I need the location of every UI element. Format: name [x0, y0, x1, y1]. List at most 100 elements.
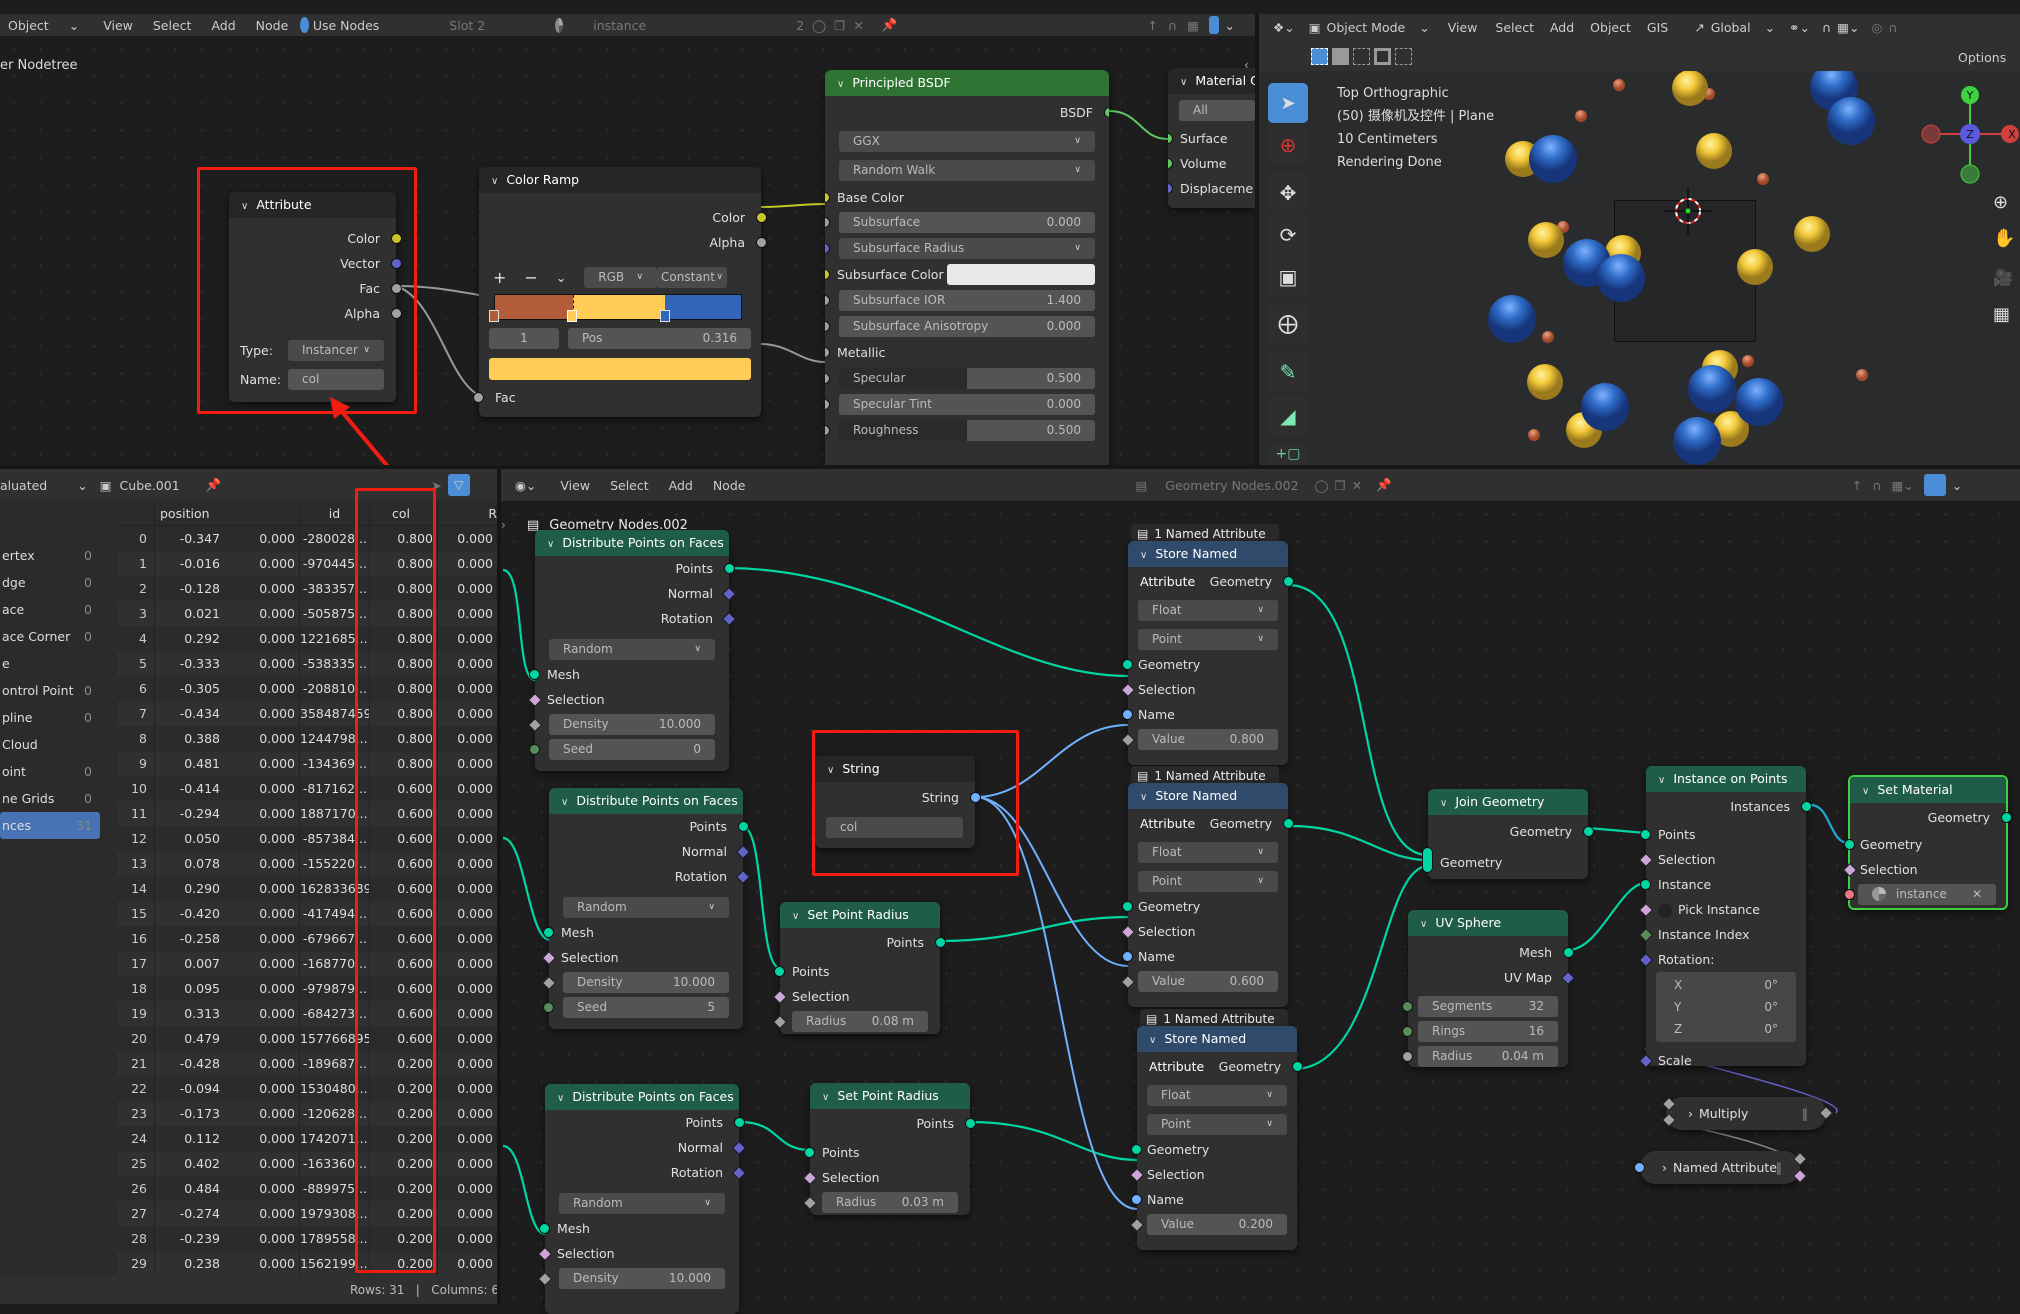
rings-field[interactable]: Rings 16: [1418, 1021, 1558, 1042]
store-header[interactable]: Store Named Attribute: [1128, 783, 1288, 831]
distribute-header[interactable]: Distribute Points on Faces: [535, 530, 729, 556]
socket-material[interactable]: [1844, 889, 1855, 900]
socket-points[interactable]: [724, 563, 735, 574]
set-material-node[interactable]: Set Material Geometry Geometry Selection…: [1842, 775, 2012, 910]
density-field[interactable]: Density 10.000: [559, 1268, 725, 1289]
distribute-points-node-3[interactable]: Distribute Points on Faces Points Normal…: [537, 1084, 747, 1314]
distribute-header[interactable]: Distribute Points on Faces: [545, 1084, 739, 1110]
mode-row: Random: [535, 637, 729, 662]
radius-field[interactable]: Radius 0.03 m: [822, 1192, 958, 1213]
socket-points-out[interactable]: [965, 1118, 976, 1129]
socket-mesh[interactable]: [529, 669, 540, 680]
value-field[interactable]: Value 0.600: [1138, 971, 1278, 992]
distribute-mode-dropdown[interactable]: Random: [563, 897, 729, 918]
set-radius-header[interactable]: Set Point Radius: [810, 1083, 970, 1109]
store-header[interactable]: Store Named Attribute: [1137, 1026, 1297, 1074]
socket-points[interactable]: [1640, 829, 1651, 840]
output-geometry: Geometry: [1128, 811, 1294, 836]
domain-dropdown[interactable]: Point: [1138, 629, 1278, 650]
segments-field[interactable]: Segments 32: [1418, 996, 1558, 1017]
socket-geometry-multi[interactable]: [1422, 847, 1433, 873]
set-point-radius-node-2[interactable]: Set Point Radius Points Points Selection…: [802, 1083, 976, 1215]
rotation-x[interactable]: X 0°: [1656, 974, 1796, 996]
socket-name[interactable]: [1131, 1194, 1142, 1205]
pick-instance-checkbox[interactable]: [1658, 903, 1672, 918]
data-type-row: Float: [1128, 598, 1288, 623]
socket-geometry-out[interactable]: [2001, 812, 2012, 823]
socket-mesh[interactable]: [539, 1223, 550, 1234]
socket-rings[interactable]: [1402, 1026, 1413, 1037]
store-named-attribute-node[interactable]: Store Named AttributeGeometryFloatPointG…: [1120, 541, 1294, 765]
set-radius-header[interactable]: Set Point Radius: [780, 902, 940, 928]
clear-material-x-icon[interactable]: ✕: [1972, 884, 1982, 905]
material-field[interactable]: instance ✕: [1858, 884, 1996, 905]
distribute-points-node-2[interactable]: Distribute Points on Faces Points Normal…: [541, 788, 751, 1029]
radius-field[interactable]: Radius 0.08 m: [792, 1011, 928, 1032]
store-named-attribute-node[interactable]: Store Named AttributeGeometryFloatPointG…: [1129, 1026, 1303, 1250]
density-field[interactable]: Density 10.000: [549, 714, 715, 735]
domain-row: Point: [1128, 627, 1288, 652]
socket-instances[interactable]: [1801, 801, 1812, 812]
socket-geometry-in[interactable]: [1122, 659, 1133, 670]
socket-geometry-in[interactable]: [1844, 839, 1855, 850]
socket-seed[interactable]: [543, 1002, 554, 1013]
rotation-y[interactable]: Y 0°: [1656, 996, 1796, 1018]
link-store2-to-join: [1290, 824, 1429, 862]
named-attribute-title[interactable]: › Named Attribute ‖: [1640, 1151, 1800, 1184]
uv-sphere-header[interactable]: UV Sphere: [1408, 910, 1568, 936]
join-header[interactable]: Join Geometry: [1428, 789, 1588, 815]
seed-field[interactable]: Seed 5: [563, 997, 729, 1018]
rotation-vector-field[interactable]: X 0° Y 0° Z 0°: [1656, 972, 1796, 1042]
socket-geometry-out[interactable]: [1283, 576, 1294, 587]
domain-dropdown[interactable]: Point: [1138, 871, 1278, 892]
socket-points[interactable]: [734, 1117, 745, 1128]
socket-geometry-in[interactable]: [1131, 1144, 1142, 1155]
socket-geometry-out[interactable]: [1292, 1061, 1303, 1072]
socket-mesh-out[interactable]: [1563, 947, 1574, 958]
socket-points-in[interactable]: [774, 966, 785, 977]
socket-segments[interactable]: [1402, 1001, 1413, 1012]
instance-on-points-node[interactable]: Instance on Points Instances Points Sele…: [1638, 766, 1812, 1069]
socket-name-in[interactable]: [1634, 1162, 1645, 1173]
socket-geometry-out[interactable]: [1583, 826, 1594, 837]
multiply-node[interactable]: › Multiply ‖: [1661, 1096, 1834, 1130]
value-field[interactable]: Value 0.800: [1138, 729, 1278, 750]
multiply-title[interactable]: › Multiply ‖: [1666, 1097, 1826, 1130]
set-material-header[interactable]: Set Material: [1850, 777, 2006, 803]
socket-name[interactable]: [1122, 709, 1133, 720]
socket-geometry-in[interactable]: [1122, 901, 1133, 912]
distribute-points-node-1[interactable]: Distribute Points on Faces Points Normal…: [527, 530, 737, 771]
instance-header[interactable]: Instance on Points: [1646, 766, 1806, 792]
value-field[interactable]: Value 0.200: [1147, 1214, 1287, 1235]
socket-points-in[interactable]: [804, 1147, 815, 1158]
seed-field[interactable]: Seed 0: [549, 739, 715, 760]
socket-geometry-out[interactable]: [1283, 818, 1294, 829]
output-geometry: Geometry: [1137, 1054, 1303, 1079]
socket-points[interactable]: [738, 821, 749, 832]
domain-dropdown[interactable]: Point: [1147, 1114, 1287, 1135]
socket-points-out[interactable]: [935, 937, 946, 948]
socket-seed[interactable]: [529, 744, 540, 755]
named-attribute-node[interactable]: › Named Attribute ‖: [1634, 1151, 1808, 1184]
input-geometry: Geometry: [1844, 832, 2006, 857]
output-points: Points: [545, 1110, 745, 1135]
uv-sphere-node[interactable]: UV Sphere Mesh UV Map Segments32 Rings16…: [1402, 910, 1576, 1067]
distribute-mode-dropdown[interactable]: Random: [559, 1193, 725, 1214]
data-type-dropdown[interactable]: Float: [1138, 600, 1278, 621]
store-named-attribute-node[interactable]: Store Named AttributeGeometryFloatPointG…: [1120, 783, 1294, 1007]
distribute-mode-dropdown[interactable]: Random: [549, 639, 715, 660]
density-field[interactable]: Density 10.000: [563, 972, 729, 993]
rotation-z[interactable]: Z 0°: [1656, 1018, 1796, 1040]
socket-mesh[interactable]: [543, 927, 554, 938]
data-type-dropdown[interactable]: Float: [1147, 1085, 1287, 1106]
socket-name[interactable]: [1122, 951, 1133, 962]
input-points: Points: [774, 959, 940, 984]
set-point-radius-node-1[interactable]: Set Point Radius Points Points Selection…: [772, 902, 946, 1034]
socket-instance[interactable]: [1640, 879, 1651, 890]
radius-field[interactable]: Radius 0.04 m: [1418, 1046, 1558, 1067]
socket-radius[interactable]: [1402, 1051, 1413, 1062]
distribute-header[interactable]: Distribute Points on Faces: [549, 788, 743, 814]
store-header[interactable]: Store Named Attribute: [1128, 541, 1288, 589]
join-geometry-node[interactable]: Join Geometry Geometry Geometry: [1422, 789, 1594, 879]
data-type-dropdown[interactable]: Float: [1138, 842, 1278, 863]
